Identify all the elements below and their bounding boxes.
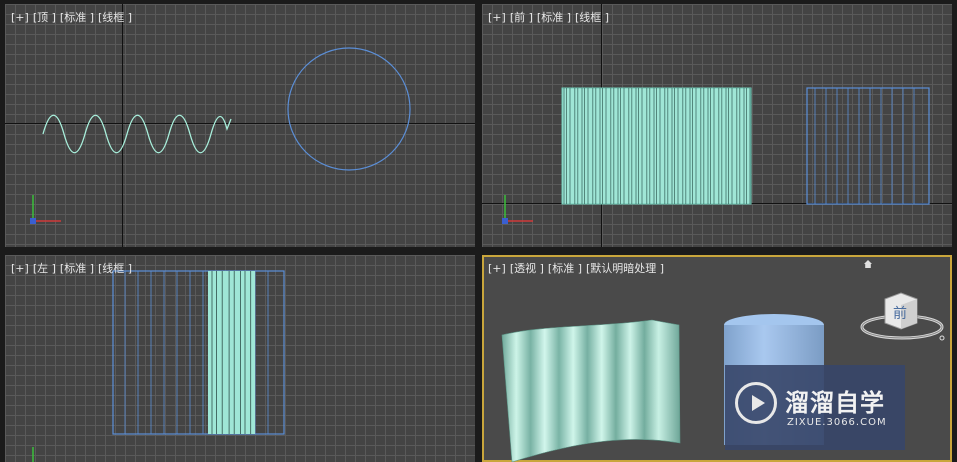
viewport-front-label[interactable]: [+] [前 ] [标准 ] [线框 ] <box>488 9 613 25</box>
view-quality-label[interactable]: [标准 ] <box>60 11 94 24</box>
viewport-top-label[interactable]: [+] [顶 ] [标准 ] [线框 ] <box>11 9 136 25</box>
viewport-menu-plus[interactable]: [+] <box>11 11 29 24</box>
play-logo-icon <box>735 382 777 424</box>
curtain-shaded <box>501 319 681 462</box>
viewport-front[interactable]: [+] [前 ] [标准 ] [线框 ] <box>482 4 952 247</box>
front-view-objects <box>561 87 930 205</box>
viewport-left-label[interactable]: [+] [左 ] [标准 ] [线框 ] <box>11 260 136 276</box>
watermark-badge: 溜溜自学 ZIXUE.3066.COM <box>725 365 905 450</box>
viewport-perspective-label[interactable]: [+] [透视 ] [标准 ] [默认明暗处理 ] <box>488 260 668 276</box>
cylinder-wire-lines <box>814 88 915 204</box>
wave-line-spline <box>42 114 232 154</box>
viewport-menu-plus[interactable]: [+] <box>488 11 506 24</box>
shading-mode-label[interactable]: [默认明暗处理 ] <box>586 262 664 275</box>
view-type-label[interactable]: [前 ] <box>510 11 533 24</box>
view-quality-label[interactable]: [标准 ] <box>537 11 571 24</box>
view-quality-label[interactable]: [标准 ] <box>60 262 94 275</box>
view-quality-label[interactable]: [标准 ] <box>548 262 582 275</box>
view-type-label[interactable]: [透视 ] <box>510 262 544 275</box>
top-view-objects <box>42 47 411 171</box>
axis-tripod-icon <box>30 195 61 224</box>
curtain-mesh <box>208 271 255 434</box>
viewcube-face-front[interactable]: 前 <box>893 303 907 323</box>
viewport-top[interactable]: [+] [顶 ] [标准 ] [线框 ] <box>5 4 475 247</box>
viewport-left[interactable]: [+] [左 ] [标准 ] [线框 ] <box>5 255 475 462</box>
viewport-menu-plus[interactable]: [+] <box>488 262 506 275</box>
left-view-objects <box>112 270 285 435</box>
shading-mode-label[interactable]: [线框 ] <box>98 262 132 275</box>
view-type-label[interactable]: [顶 ] <box>33 11 56 24</box>
watermark-url: ZIXUE.3066.COM <box>787 417 887 428</box>
shading-mode-label[interactable]: [线框 ] <box>98 11 132 24</box>
watermark-title: 溜溜自学 <box>785 389 885 417</box>
view-type-label[interactable]: [左 ] <box>33 262 56 275</box>
shading-mode-label[interactable]: [线框 ] <box>575 11 609 24</box>
cylinder-wireframe <box>112 270 285 435</box>
axis-tripod-icon <box>502 195 533 224</box>
viewport-menu-plus[interactable]: [+] <box>11 262 29 275</box>
axis-tripod-icon <box>32 447 34 462</box>
cylinder-wireframe <box>806 87 930 205</box>
circle-spline <box>287 47 411 171</box>
